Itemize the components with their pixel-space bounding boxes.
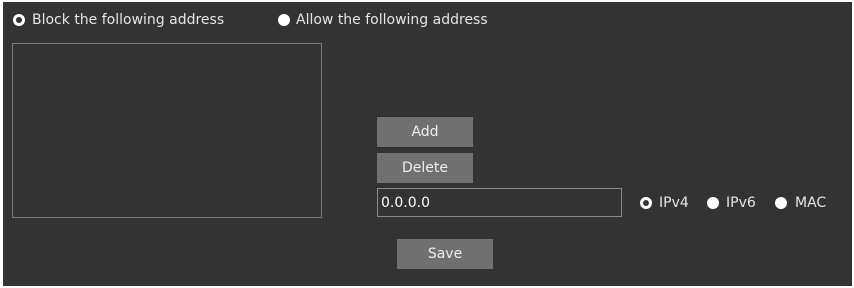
add-button[interactable]: Add: [377, 117, 473, 147]
allow-address-radio[interactable]: [278, 14, 290, 26]
block-address-label[interactable]: Block the following address: [32, 12, 224, 28]
block-address-radio[interactable]: [13, 14, 25, 26]
ipv4-radio[interactable]: [640, 197, 652, 209]
mac-label[interactable]: MAC: [795, 195, 826, 211]
delete-button[interactable]: Delete: [377, 153, 473, 183]
mac-radio[interactable]: [775, 197, 787, 209]
ipv6-radio[interactable]: [707, 197, 719, 209]
address-input[interactable]: [377, 188, 622, 217]
save-button[interactable]: Save: [397, 239, 493, 269]
address-list-box[interactable]: [12, 43, 322, 218]
ipv6-label[interactable]: IPv6: [726, 195, 756, 211]
ipv4-label[interactable]: IPv4: [659, 195, 689, 211]
allow-address-label[interactable]: Allow the following address: [296, 12, 488, 28]
